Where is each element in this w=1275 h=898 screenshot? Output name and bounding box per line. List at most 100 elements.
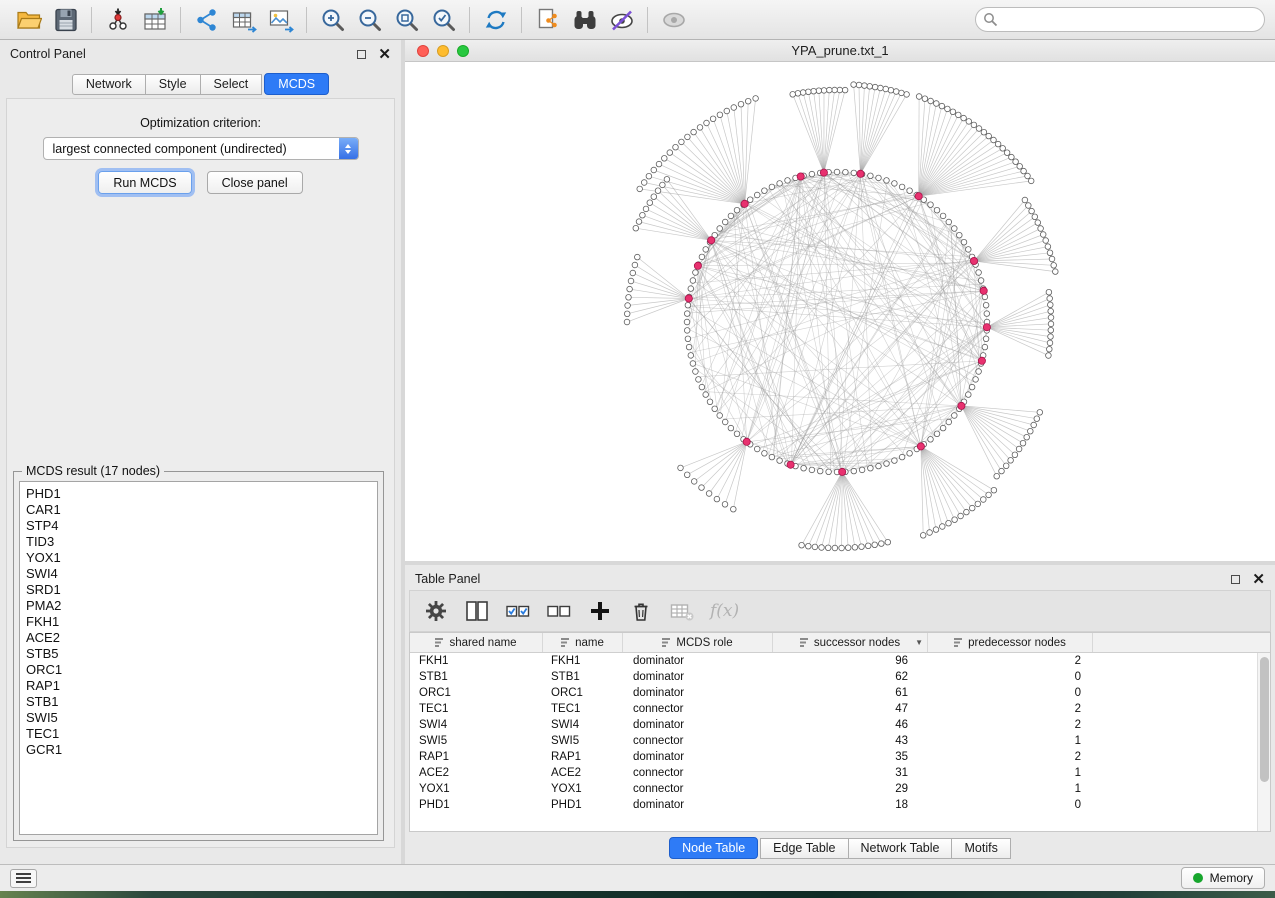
column-header-successor-nodes[interactable]: successor nodes ▼ bbox=[773, 633, 928, 652]
columns-icon bbox=[464, 598, 490, 624]
share-document-button[interactable] bbox=[529, 3, 566, 37]
tab-motifs[interactable]: Motifs bbox=[952, 838, 1010, 859]
traffic-light-zoom[interactable] bbox=[457, 45, 469, 57]
mcds-result-list[interactable]: PHD1CAR1STP4TID3YOX1SWI4SRD1PMA2FKH1ACE2… bbox=[19, 481, 378, 835]
mcds-result-item[interactable]: TID3 bbox=[26, 534, 371, 550]
mcds-result-item[interactable]: SWI5 bbox=[26, 710, 371, 726]
control-panel-title: Control Panel bbox=[10, 47, 86, 61]
run-mcds-button[interactable]: Run MCDS bbox=[98, 171, 191, 194]
table-panel-float-button[interactable] bbox=[1231, 575, 1240, 584]
tab-select[interactable]: Select bbox=[201, 74, 263, 95]
column-sort-menu-icon[interactable]: ▼ bbox=[915, 638, 923, 647]
table-toolbar: f(x) bbox=[409, 590, 1271, 632]
tab-mcds[interactable]: MCDS bbox=[264, 73, 329, 95]
table-row[interactable]: RAP1RAP1dominator352 bbox=[410, 749, 1257, 765]
table-cell: dominator bbox=[623, 749, 773, 765]
table-row[interactable]: PHD1PHD1dominator180 bbox=[410, 797, 1257, 813]
control-panel-float-button[interactable] bbox=[357, 50, 366, 59]
mcds-result-item[interactable]: RAP1 bbox=[26, 678, 371, 694]
table-cell: ORC1 bbox=[543, 685, 623, 701]
mcds-result-item[interactable]: PMA2 bbox=[26, 598, 371, 614]
mcds-result-item[interactable]: SRD1 bbox=[26, 582, 371, 598]
column-header-shared-name[interactable]: shared name bbox=[410, 633, 543, 652]
scrollbar-thumb[interactable] bbox=[1260, 657, 1269, 782]
network-canvas[interactable] bbox=[405, 62, 1275, 561]
table-row[interactable]: STB1STB1dominator620 bbox=[410, 669, 1257, 685]
mcds-result-item[interactable]: GCR1 bbox=[26, 742, 371, 758]
table-row[interactable]: SWI4SWI4dominator462 bbox=[410, 717, 1257, 733]
control-panel: Control Panel ✕ Network Style Select MCD… bbox=[0, 40, 401, 864]
mcds-result-item[interactable]: YOX1 bbox=[26, 550, 371, 566]
toolbar-separator bbox=[91, 7, 92, 33]
zoom-out-button[interactable] bbox=[351, 3, 388, 37]
mcds-result-item[interactable]: SWI4 bbox=[26, 566, 371, 582]
column-header-mcds-role[interactable]: MCDS role bbox=[623, 633, 773, 652]
toolbar-separator bbox=[306, 7, 307, 33]
column-header-predecessor-nodes[interactable]: predecessor nodes bbox=[928, 633, 1093, 652]
refresh-button[interactable] bbox=[477, 3, 514, 37]
tab-network-table[interactable]: Network Table bbox=[849, 838, 953, 859]
network-window-title: YPA_prune.txt_1 bbox=[791, 43, 888, 58]
export-network-button[interactable] bbox=[188, 3, 225, 37]
export-image-icon bbox=[268, 7, 294, 33]
table-row[interactable]: SWI5SWI5connector431 bbox=[410, 733, 1257, 749]
tab-edge-table[interactable]: Edge Table bbox=[760, 838, 848, 859]
import-network-button[interactable] bbox=[99, 3, 136, 37]
column-header-name[interactable]: name bbox=[543, 633, 623, 652]
status-menu-button[interactable] bbox=[10, 869, 37, 888]
export-image-button[interactable] bbox=[262, 3, 299, 37]
select-all-button[interactable] bbox=[505, 598, 531, 624]
table-row[interactable]: ACE2ACE2connector311 bbox=[410, 765, 1257, 781]
export-table-button[interactable] bbox=[225, 3, 262, 37]
table-cell: connector bbox=[623, 701, 773, 717]
mcds-result-item[interactable]: ORC1 bbox=[26, 662, 371, 678]
table-scrollbar[interactable] bbox=[1257, 653, 1270, 831]
memory-button[interactable]: Memory bbox=[1181, 867, 1265, 889]
table-cell: 2 bbox=[928, 653, 1093, 669]
table-panel-close-button[interactable]: ✕ bbox=[1252, 572, 1265, 587]
mcds-result-item[interactable]: STB5 bbox=[26, 646, 371, 662]
import-table-button[interactable] bbox=[136, 3, 173, 37]
tab-style[interactable]: Style bbox=[146, 74, 201, 95]
network-window-titlebar: YPA_prune.txt_1 bbox=[405, 40, 1275, 62]
zoom-selected-button[interactable] bbox=[425, 3, 462, 37]
traffic-light-minimize[interactable] bbox=[437, 45, 449, 57]
table-cell: 31 bbox=[773, 765, 928, 781]
mcds-result-item[interactable]: TEC1 bbox=[26, 726, 371, 742]
mcds-result-item[interactable]: FKH1 bbox=[26, 614, 371, 630]
mcds-result-item[interactable]: ACE2 bbox=[26, 630, 371, 646]
find-button[interactable] bbox=[566, 3, 603, 37]
mcds-result-item[interactable]: PHD1 bbox=[26, 486, 371, 502]
delete-column-button[interactable] bbox=[628, 598, 654, 624]
tab-network[interactable]: Network bbox=[72, 74, 146, 95]
delete-table-button[interactable] bbox=[669, 598, 695, 624]
mcds-result-item[interactable]: CAR1 bbox=[26, 502, 371, 518]
zoom-fit-button[interactable] bbox=[388, 3, 425, 37]
table-row[interactable]: ORC1ORC1dominator610 bbox=[410, 685, 1257, 701]
column-visibility-button[interactable] bbox=[464, 598, 490, 624]
hide-graphics-button[interactable] bbox=[603, 3, 640, 37]
deselect-all-button[interactable] bbox=[546, 598, 572, 624]
mcds-result-item[interactable]: STB1 bbox=[26, 694, 371, 710]
preview-button[interactable] bbox=[655, 3, 692, 37]
tab-node-table[interactable]: Node Table bbox=[669, 837, 758, 859]
zoom-in-button[interactable] bbox=[314, 3, 351, 37]
save-button[interactable] bbox=[47, 3, 84, 37]
mcds-result-item[interactable]: STP4 bbox=[26, 518, 371, 534]
table-row[interactable]: FKH1FKH1dominator962 bbox=[410, 653, 1257, 669]
add-column-button[interactable] bbox=[587, 598, 613, 624]
table-settings-button[interactable] bbox=[423, 598, 449, 624]
control-panel-close-button[interactable]: ✕ bbox=[378, 47, 391, 62]
optimization-criterion-select[interactable]: largest connected component (undirected) bbox=[43, 137, 359, 160]
table-row[interactable]: YOX1YOX1connector291 bbox=[410, 781, 1257, 797]
search-input[interactable] bbox=[975, 7, 1265, 32]
traffic-light-close[interactable] bbox=[417, 45, 429, 57]
table-cell: connector bbox=[623, 781, 773, 797]
share-document-icon bbox=[535, 7, 561, 33]
toolbar-separator bbox=[180, 7, 181, 33]
function-builder-button[interactable]: f(x) bbox=[710, 601, 739, 621]
toolbar-separator bbox=[469, 7, 470, 33]
close-panel-button[interactable]: Close panel bbox=[207, 171, 303, 194]
table-row[interactable]: TEC1TEC1connector472 bbox=[410, 701, 1257, 717]
open-file-button[interactable] bbox=[10, 3, 47, 37]
